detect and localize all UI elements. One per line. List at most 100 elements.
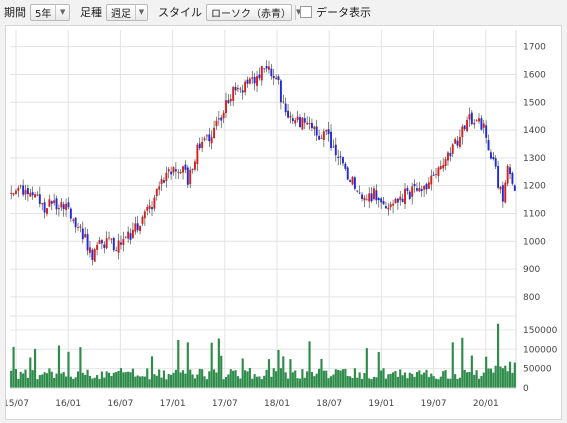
volume-bar <box>217 338 220 388</box>
candle-body <box>84 234 87 238</box>
candle-body <box>437 167 440 176</box>
candle-body <box>158 186 161 190</box>
candle-body <box>334 144 337 156</box>
volume-bar <box>480 376 483 388</box>
price-tick-label: 1000 <box>523 237 546 247</box>
volume-bar <box>449 378 452 388</box>
candle-body <box>310 122 313 129</box>
candle-body <box>322 131 325 140</box>
volume-bar <box>308 341 311 388</box>
volume-bar <box>260 379 263 388</box>
volume-bar <box>365 348 368 388</box>
volume-bar <box>72 378 75 388</box>
volume-bar <box>279 368 282 388</box>
volume-bar <box>487 368 490 388</box>
volume-bar <box>275 371 278 388</box>
volume-bar <box>79 347 82 388</box>
candle-body <box>504 182 507 203</box>
volume-bar <box>134 376 137 388</box>
candle-body <box>134 223 137 232</box>
candle-body <box>41 203 44 205</box>
candle-body <box>179 171 182 174</box>
data-display-checkbox[interactable] <box>300 6 312 18</box>
price-tick-label: 800 <box>523 293 540 303</box>
volume-bar <box>158 369 161 388</box>
candle-body <box>208 134 211 142</box>
period-select[interactable]: 5年 ▼ <box>30 3 70 21</box>
candle-body <box>184 164 187 170</box>
chevron-down-icon[interactable]: ▼ <box>55 4 69 20</box>
volume-bar <box>115 371 118 388</box>
volume-bar <box>277 349 280 388</box>
volume-bar <box>401 375 404 388</box>
volume-bar <box>246 371 249 388</box>
candle-body <box>225 100 227 114</box>
candlestick-chart[interactable]: 800 900 1000 1100 1200 1300 1400 1500 1600 1700 0 5… <box>3 26 561 419</box>
volume-bar <box>465 372 469 388</box>
volume-bar <box>210 342 213 388</box>
volume-bar <box>341 369 345 388</box>
candle-body <box>296 116 299 121</box>
volume-bar <box>463 369 466 388</box>
volume-bar <box>332 374 335 388</box>
volume-bar <box>10 370 13 388</box>
candle-body <box>461 126 464 138</box>
volume-bar <box>179 372 182 388</box>
candle-body <box>279 80 282 103</box>
candle-body <box>480 118 483 130</box>
candle-body <box>268 66 270 70</box>
candle-body <box>110 238 113 240</box>
candle-body <box>370 193 373 202</box>
candle-body <box>72 219 75 221</box>
candle-body <box>337 156 340 158</box>
volume-bar <box>41 374 44 388</box>
volume-bar <box>62 372 65 388</box>
volume-bar <box>337 369 340 388</box>
volume-bar <box>444 370 447 388</box>
volume-tick-label: 50000 <box>523 365 552 375</box>
volume-bar <box>427 377 430 388</box>
volume-bar <box>458 377 461 388</box>
candle-body <box>191 168 194 170</box>
volume-bar <box>112 372 115 388</box>
volume-bar <box>499 366 502 388</box>
data-display-label[interactable]: データ表示 <box>316 4 371 20</box>
volume-bar <box>270 376 273 388</box>
volume-bar <box>415 372 419 388</box>
candle-body <box>291 118 294 122</box>
volume-bar <box>370 379 373 388</box>
candle-body <box>136 223 139 231</box>
candle-body <box>401 198 404 202</box>
candle-body <box>265 65 268 69</box>
time-tick-label: 17/07 <box>212 399 238 409</box>
candle-body <box>380 198 383 203</box>
candle-body <box>509 167 511 175</box>
candle-body <box>463 125 466 130</box>
candle-body <box>332 146 335 148</box>
style-select[interactable]: ローソク（赤青） ▼ <box>206 3 301 21</box>
volume-tick-label: 150000 <box>523 326 558 336</box>
volume-bar <box>162 370 166 388</box>
candle-body <box>10 192 13 194</box>
volume-bar <box>473 374 476 388</box>
volume-tick-label: 0 <box>523 384 529 394</box>
candle-body <box>196 144 199 165</box>
candle-body <box>36 194 39 196</box>
candle-body <box>260 66 263 81</box>
volume-bar <box>236 376 240 388</box>
interval-select[interactable]: 週足 ▼ <box>106 3 148 21</box>
volume-bar <box>387 374 390 388</box>
candle-body <box>53 200 56 204</box>
volume-bar <box>184 373 187 388</box>
volume-bar <box>48 368 51 388</box>
candle-body <box>141 216 144 224</box>
candle-body <box>31 192 34 196</box>
volume-bar <box>296 378 299 388</box>
candle-body <box>98 240 101 244</box>
volume-bar <box>346 376 349 388</box>
candle-body <box>361 194 364 199</box>
candle-body <box>148 205 151 209</box>
time-tick-label: 19/01 <box>368 399 394 409</box>
candle-body <box>473 122 476 125</box>
chevron-down-icon[interactable]: ▼ <box>135 4 147 20</box>
